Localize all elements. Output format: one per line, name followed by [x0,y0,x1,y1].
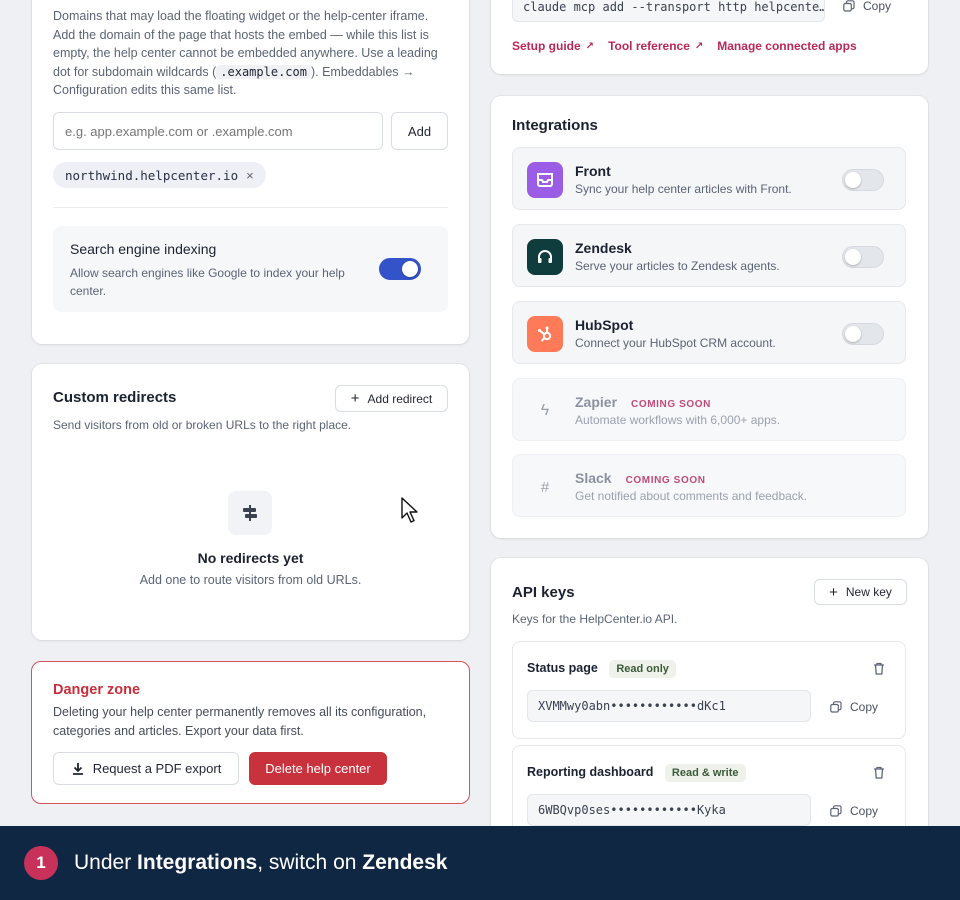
permission-badge: Read only [609,660,676,678]
integration-description: Get notified about comments and feedback… [575,489,808,503]
chip-remove-icon[interactable]: × [246,168,254,183]
divider [53,207,448,208]
mcp-links: Setup guide ↗ Tool reference ↗ Manage conn… [512,39,857,53]
api-keys-description: Keys for the HelpCenter.io API. [512,612,678,626]
integration-name: Front [575,163,611,179]
empty-state-description: Add one to route visitors from old URLs. [139,573,362,587]
zendesk-logo-icon [527,239,563,275]
integration-slack: # Slack COMING SOON Get notified about co… [512,454,906,517]
tutorial-instruction: Under Integrations, switch on Zendesk [74,851,448,874]
api-key-name: Status page Read only [527,660,676,678]
allowed-domains-card: Domains that may load the floating widge… [32,0,469,344]
plus-icon: + [350,390,360,407]
integration-name: Zapier COMING SOON [575,394,711,410]
external-link-icon: ↗ [694,40,704,52]
step-number-badge: 1 [24,846,58,880]
tutorial-banner: 1 Under Integrations, switch on Zendesk [0,826,960,900]
copy-key-label: Copy [850,700,879,714]
coming-soon-badge: COMING SOON [631,399,711,410]
danger-zone-description: Deleting your help center permanently re… [53,705,427,738]
copy-command-label: Copy [863,0,892,13]
delete-help-center-label: Delete help center [265,761,371,776]
new-key-label: New key [845,585,892,599]
search-indexing-panel: Search engine indexing Allow search engi… [53,226,448,312]
integration-description: Serve your articles to Zendesk agents. [575,259,780,273]
integrations-card: Integrations Front Sync your help center… [491,96,928,538]
redirects-description: Send visitors from old or broken URLs to… [53,418,352,432]
integration-name: HubSpot [575,317,634,333]
api-keys-card: API keys + New key Keys for the HelpCent… [491,558,928,858]
search-indexing-description: Allow search engines like Google to inde… [70,266,345,298]
search-indexing-toggle[interactable] [379,258,421,280]
integration-front: Front Sync your help center articles wit… [512,147,906,210]
redirects-title: Custom redirects [53,389,177,406]
danger-zone-title: Danger zone [53,682,141,698]
integration-name: Zendesk [575,240,632,256]
wildcard-code: .example.com [216,64,311,79]
api-key-name: Reporting dashboard Read & write [527,764,746,782]
integration-hubspot: HubSpot Connect your HubSpot CRM account… [512,301,906,364]
copy-icon [830,805,842,817]
mouse-cursor-icon [401,497,418,523]
integration-description: Sync your help center articles with Fron… [575,182,792,196]
external-link-icon: ↗ [585,40,595,52]
integration-description: Connect your HubSpot CRM account. [575,336,776,350]
setup-guide-link[interactable]: Setup guide ↗ [512,39,594,53]
manage-connected-apps-link[interactable]: Manage connected apps [717,39,856,53]
trash-icon[interactable] [873,662,885,675]
request-pdf-export-button[interactable]: Request a PDF export [53,752,239,785]
integration-description: Automate workflows with 6,000+ apps. [575,413,781,427]
new-key-button[interactable]: + New key [814,579,907,605]
domain-input[interactable] [53,112,383,150]
api-key-item: Status page Read only XVMMwy0abn••••••••… [512,641,906,739]
tool-reference-link[interactable]: Tool reference ↗ [608,39,703,53]
integrations-title: Integrations [512,117,598,134]
add-redirect-label: Add redirect [367,391,433,406]
copy-key-label: Copy [850,804,879,818]
zapier-logo-icon: ϟ [540,402,550,419]
hubspot-logo-icon [527,316,563,352]
domain-chip-label: northwind.helpcenter.io [65,167,239,183]
danger-zone-card: Danger zone Deleting your help center pe… [31,661,470,804]
domain-chip: northwind.helpcenter.io × [53,162,266,188]
front-logo-icon [527,162,563,198]
zendesk-toggle[interactable] [842,246,884,268]
api-key-value: XVMMwy0abn••••••••••••dKc1 [527,690,811,722]
hubspot-toggle[interactable] [842,323,884,345]
api-key-value: 6WBQvp0ses••••••••••••Kyka [527,794,811,826]
copy-command-button[interactable]: Copy [843,0,891,13]
signpost-icon [228,491,272,535]
integration-zendesk: Zendesk Serve your articles to Zendesk a… [512,224,906,287]
search-indexing-title: Search engine indexing [70,241,217,257]
integration-name: Slack COMING SOON [575,470,706,486]
add-domain-button[interactable]: Add [391,112,448,150]
copy-icon [843,0,855,12]
permission-badge: Read & write [664,764,746,782]
mcp-card: claude mcp add --transport http helpcent… [491,0,928,74]
copy-key-button[interactable]: Copy [830,804,878,818]
empty-state-title: No redirects yet [197,550,304,566]
integration-zapier: ϟ Zapier COMING SOON Automate workflows w… [512,378,906,441]
request-pdf-export-label: Request a PDF export [92,761,222,776]
download-icon [72,762,83,775]
slack-logo-icon: # [540,478,550,496]
front-toggle[interactable] [842,169,884,191]
copy-icon [830,701,842,713]
add-domain-label: Add [407,123,432,139]
delete-help-center-button[interactable]: Delete help center [249,752,387,785]
mcp-command: claude mcp add --transport http helpcent… [512,0,825,22]
copy-key-button[interactable]: Copy [830,700,878,714]
trash-icon[interactable] [873,766,885,779]
coming-soon-badge: COMING SOON [625,475,706,486]
api-keys-title: API keys [512,584,575,601]
add-redirect-button[interactable]: + Add redirect [335,385,448,412]
allowed-domains-description: Domains that may load the floating widge… [53,9,438,97]
plus-icon: + [829,583,838,601]
